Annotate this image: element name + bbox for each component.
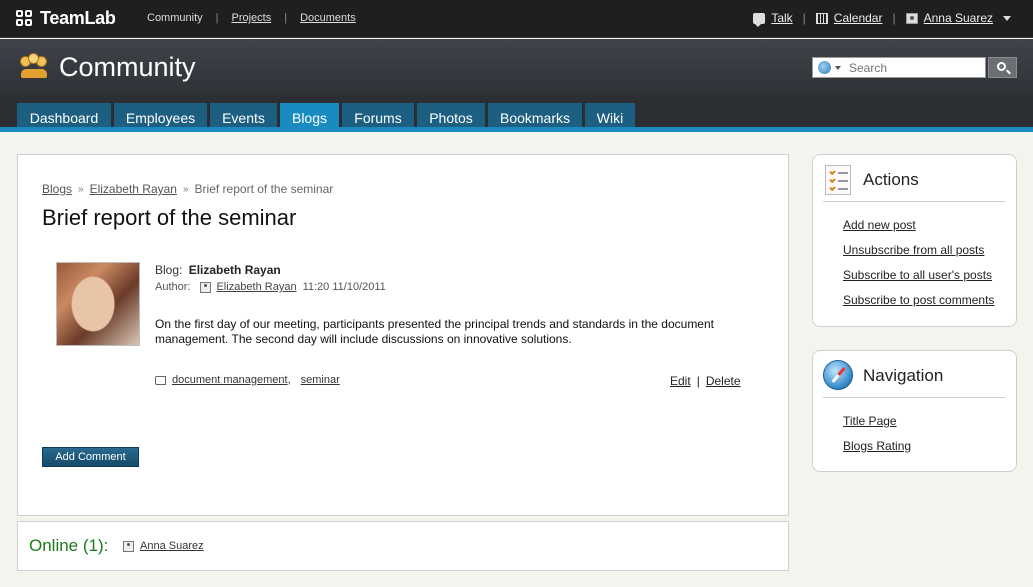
user-menu-link[interactable]: Anna Suarez — [924, 11, 993, 25]
post-body: On the first day of our meeting, partici… — [155, 317, 714, 346]
tag-list: document management , seminar — [155, 374, 340, 386]
add-comment-button[interactable]: Add Comment — [42, 447, 139, 467]
navigation-title: Navigation — [863, 366, 944, 385]
online-user-link[interactable]: Anna Suarez — [140, 540, 204, 552]
navigation-panel: Navigation Title Page Blogs Rating — [812, 350, 1017, 472]
community-link[interactable]: Community — [147, 12, 203, 24]
separator: | — [215, 12, 219, 24]
subscribe-comments-link[interactable]: Subscribe to post comments — [843, 293, 994, 307]
post-panel: Blogs » Elizabeth Rayan » Brief report o… — [17, 154, 789, 516]
top-bar: TeamLab Community | Projects | Documents… — [0, 0, 1033, 38]
teamlab-logo-icon — [16, 9, 34, 28]
tab-events[interactable]: Events — [210, 103, 277, 132]
community-icon — [19, 53, 49, 81]
tab-dashboard[interactable]: Dashboard — [17, 103, 111, 132]
actions-panel: Actions Add new post Unsubscribe from al… — [812, 154, 1017, 327]
brand-name: TeamLab — [40, 8, 116, 28]
talk-icon — [753, 12, 766, 27]
tab-bookmarks[interactable]: Bookmarks — [488, 103, 582, 132]
breadcrumb-blogs[interactable]: Blogs — [42, 182, 72, 196]
tag-icon — [155, 375, 166, 385]
title-page-link[interactable]: Title Page — [843, 414, 897, 428]
author-avatar[interactable] — [56, 262, 140, 346]
online-user: Anna Suarez — [123, 540, 204, 552]
calendar-icon — [815, 12, 828, 24]
author-label: Author: — [155, 281, 191, 293]
breadcrumb-separator: » — [182, 183, 189, 195]
actions-separator: | — [696, 374, 700, 388]
divider — [823, 397, 1005, 398]
projects-link[interactable]: Projects — [231, 12, 271, 24]
blogs-rating-link[interactable]: Blogs Rating — [843, 439, 911, 453]
edit-link[interactable]: Edit — [670, 374, 691, 388]
chevron-down-icon[interactable] — [835, 65, 841, 70]
calendar-link[interactable]: Calendar — [834, 11, 883, 25]
unsubscribe-all-link[interactable]: Unsubscribe from all posts — [843, 243, 984, 257]
breadcrumb-current: Brief report of the seminar — [194, 182, 334, 196]
subscribe-user-posts-link[interactable]: Subscribe to all user's posts — [843, 268, 992, 282]
divider — [823, 201, 1005, 202]
tab-photos[interactable]: Photos — [417, 103, 485, 132]
user-icon — [123, 540, 134, 552]
post-actions: Edit | Delete — [670, 374, 741, 388]
breadcrumb-author[interactable]: Elizabeth Rayan — [90, 182, 177, 196]
post-timestamp: 11:20 11/10/2011 — [302, 281, 386, 293]
author-info: Author: Elizabeth Rayan 11:20 11/10/2011 — [155, 281, 386, 293]
checklist-icon — [825, 165, 851, 195]
user-icon — [200, 281, 212, 293]
globe-icon[interactable] — [818, 61, 831, 74]
search-icon — [997, 62, 1006, 71]
talk-link[interactable]: Talk — [771, 11, 792, 25]
chevron-down-icon[interactable] — [1003, 15, 1011, 21]
page-title: Community — [59, 52, 196, 82]
separator: | — [802, 11, 806, 25]
search-button[interactable] — [988, 57, 1017, 78]
blog-name: Elizabeth Rayan — [188, 263, 281, 277]
delete-link[interactable]: Delete — [706, 374, 741, 388]
tab-employees[interactable]: Employees — [114, 103, 207, 132]
post-title: Brief report of the seminar — [42, 205, 297, 230]
tab-bar: Dashboard Employees Events Blogs Forums … — [0, 96, 1033, 132]
online-panel: Online (1): Anna Suarez — [17, 521, 789, 571]
tab-forums[interactable]: Forums — [342, 103, 414, 132]
online-label: Online (1): — [29, 536, 109, 555]
actions-title: Actions — [863, 170, 919, 189]
separator: | — [892, 11, 896, 25]
tag-link[interactable]: seminar — [301, 374, 340, 386]
tab-blogs[interactable]: Blogs — [280, 103, 339, 132]
separator: | — [284, 12, 288, 24]
tag-separator: , — [287, 374, 291, 386]
blog-label: Blog: — [155, 263, 183, 277]
module-links: Community | Projects | Documents — [147, 12, 356, 24]
compass-icon — [823, 360, 853, 390]
search-input[interactable] — [849, 60, 979, 75]
search-box[interactable] — [812, 57, 986, 78]
tag-link[interactable]: document management — [172, 374, 288, 386]
top-right-links: Talk | Calendar | Anna Suarez — [753, 11, 1011, 27]
tab-wiki[interactable]: Wiki — [585, 103, 635, 132]
teamlab-logo[interactable]: TeamLab — [16, 8, 116, 29]
breadcrumb-separator: » — [78, 183, 84, 195]
documents-link[interactable]: Documents — [300, 12, 356, 24]
user-icon — [905, 12, 918, 24]
module-header: Community — [0, 39, 1033, 96]
add-new-post-link[interactable]: Add new post — [843, 218, 916, 232]
breadcrumb: Blogs » Elizabeth Rayan » Brief report o… — [42, 182, 333, 196]
blog-info: Blog: Elizabeth Rayan — [155, 263, 281, 277]
author-link[interactable]: Elizabeth Rayan — [216, 281, 296, 293]
